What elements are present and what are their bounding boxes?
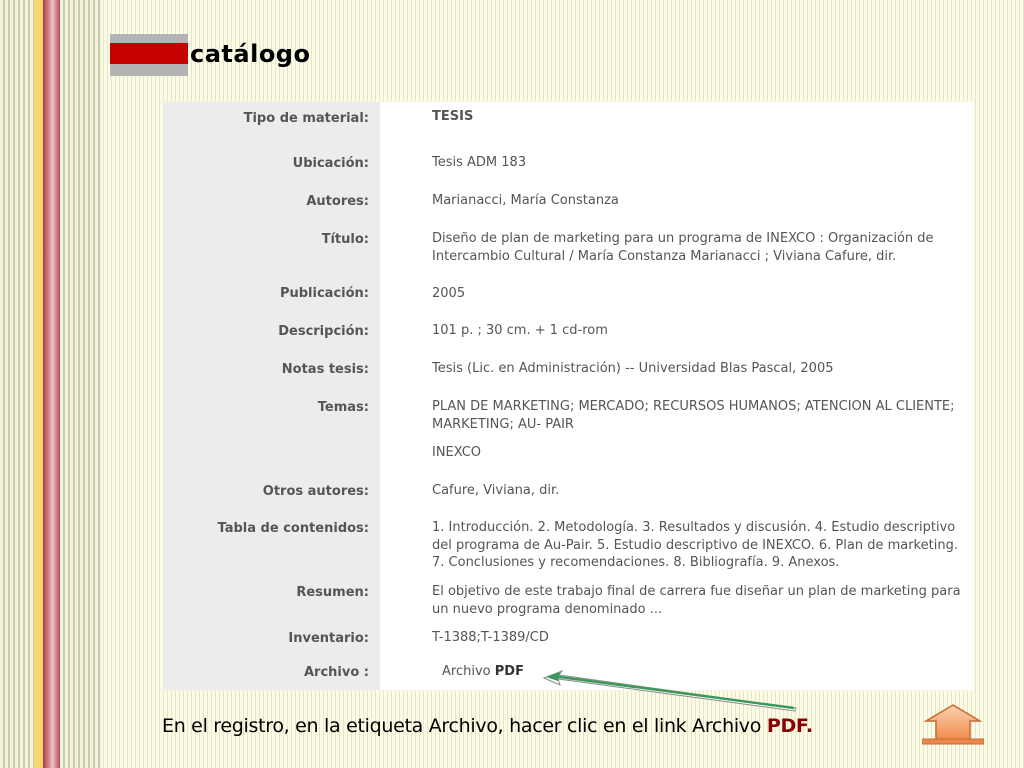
value-publicacion: 2005 bbox=[432, 286, 466, 301]
value-resumen: El objetivo de este trabajo final de car… bbox=[432, 584, 961, 617]
label-notas-tesis: Notas tesis: bbox=[281, 362, 369, 377]
value-titulo: Diseño de plan de marketing para un prog… bbox=[432, 231, 934, 264]
value-ubicacion: Tesis ADM 183 bbox=[432, 155, 527, 170]
yellow-stripe bbox=[34, 0, 43, 768]
label-tabla-contenidos: Tabla de contenidos: bbox=[217, 521, 369, 536]
value-inventario: T-1388;T-1389/CD bbox=[432, 630, 549, 645]
label-archivo: Archivo : bbox=[303, 665, 369, 680]
value-notas-tesis: Tesis (Lic. en Administración) -- Univer… bbox=[432, 361, 834, 376]
archivo-link-text: Archivo bbox=[442, 664, 491, 679]
label-tipo-material: Tipo de material: bbox=[243, 111, 369, 126]
value-temas-extra: INEXCO bbox=[432, 445, 482, 460]
instruction-link-word: Archivo bbox=[692, 715, 762, 737]
archivo-link-pdf: PDF bbox=[494, 664, 524, 679]
red-stripe bbox=[43, 0, 60, 768]
value-otros-autores: Cafure, Viviana, dir. bbox=[432, 483, 560, 498]
value-tabla-contenidos: 1. Introducción. 2. Metodología. 3. Resu… bbox=[432, 520, 958, 569]
instruction-pdf: PDF bbox=[766, 715, 806, 737]
label-otros-autores: Otros autores: bbox=[262, 484, 369, 499]
value-tipo-material: TESIS bbox=[432, 109, 474, 124]
up-arrow-icon[interactable] bbox=[922, 703, 984, 745]
value-descripcion: 101 p. ; 30 cm. + 1 cd-rom bbox=[432, 323, 608, 338]
label-resumen: Resumen: bbox=[296, 585, 369, 600]
label-inventario: Inventario: bbox=[288, 631, 369, 646]
label-ubicacion: Ubicación: bbox=[292, 156, 369, 171]
instruction-text: En el registro, en la etiqueta Archivo, … bbox=[162, 715, 813, 737]
value-autores: Marianacci, María Constanza bbox=[432, 193, 619, 208]
label-temas: Temas: bbox=[317, 400, 369, 415]
page-title: catálogo bbox=[190, 40, 311, 68]
label-autores: Autores: bbox=[306, 194, 369, 209]
label-column bbox=[163, 102, 380, 690]
title-logo-red-band bbox=[110, 43, 188, 64]
instruction-dot: . bbox=[805, 715, 813, 737]
instruction-main: En el registro, en la etiqueta Archivo, … bbox=[162, 715, 693, 737]
value-temas: PLAN DE MARKETING; MERCADO; RECURSOS HUM… bbox=[432, 399, 955, 432]
catalog-record-card: Tipo de material: TESIS Ubicación: Tesis… bbox=[163, 102, 973, 690]
label-publicacion: Publicación: bbox=[279, 286, 369, 301]
pointer-arrow bbox=[542, 669, 797, 712]
label-titulo: Título: bbox=[321, 232, 369, 247]
label-descripcion: Descripción: bbox=[278, 324, 369, 339]
